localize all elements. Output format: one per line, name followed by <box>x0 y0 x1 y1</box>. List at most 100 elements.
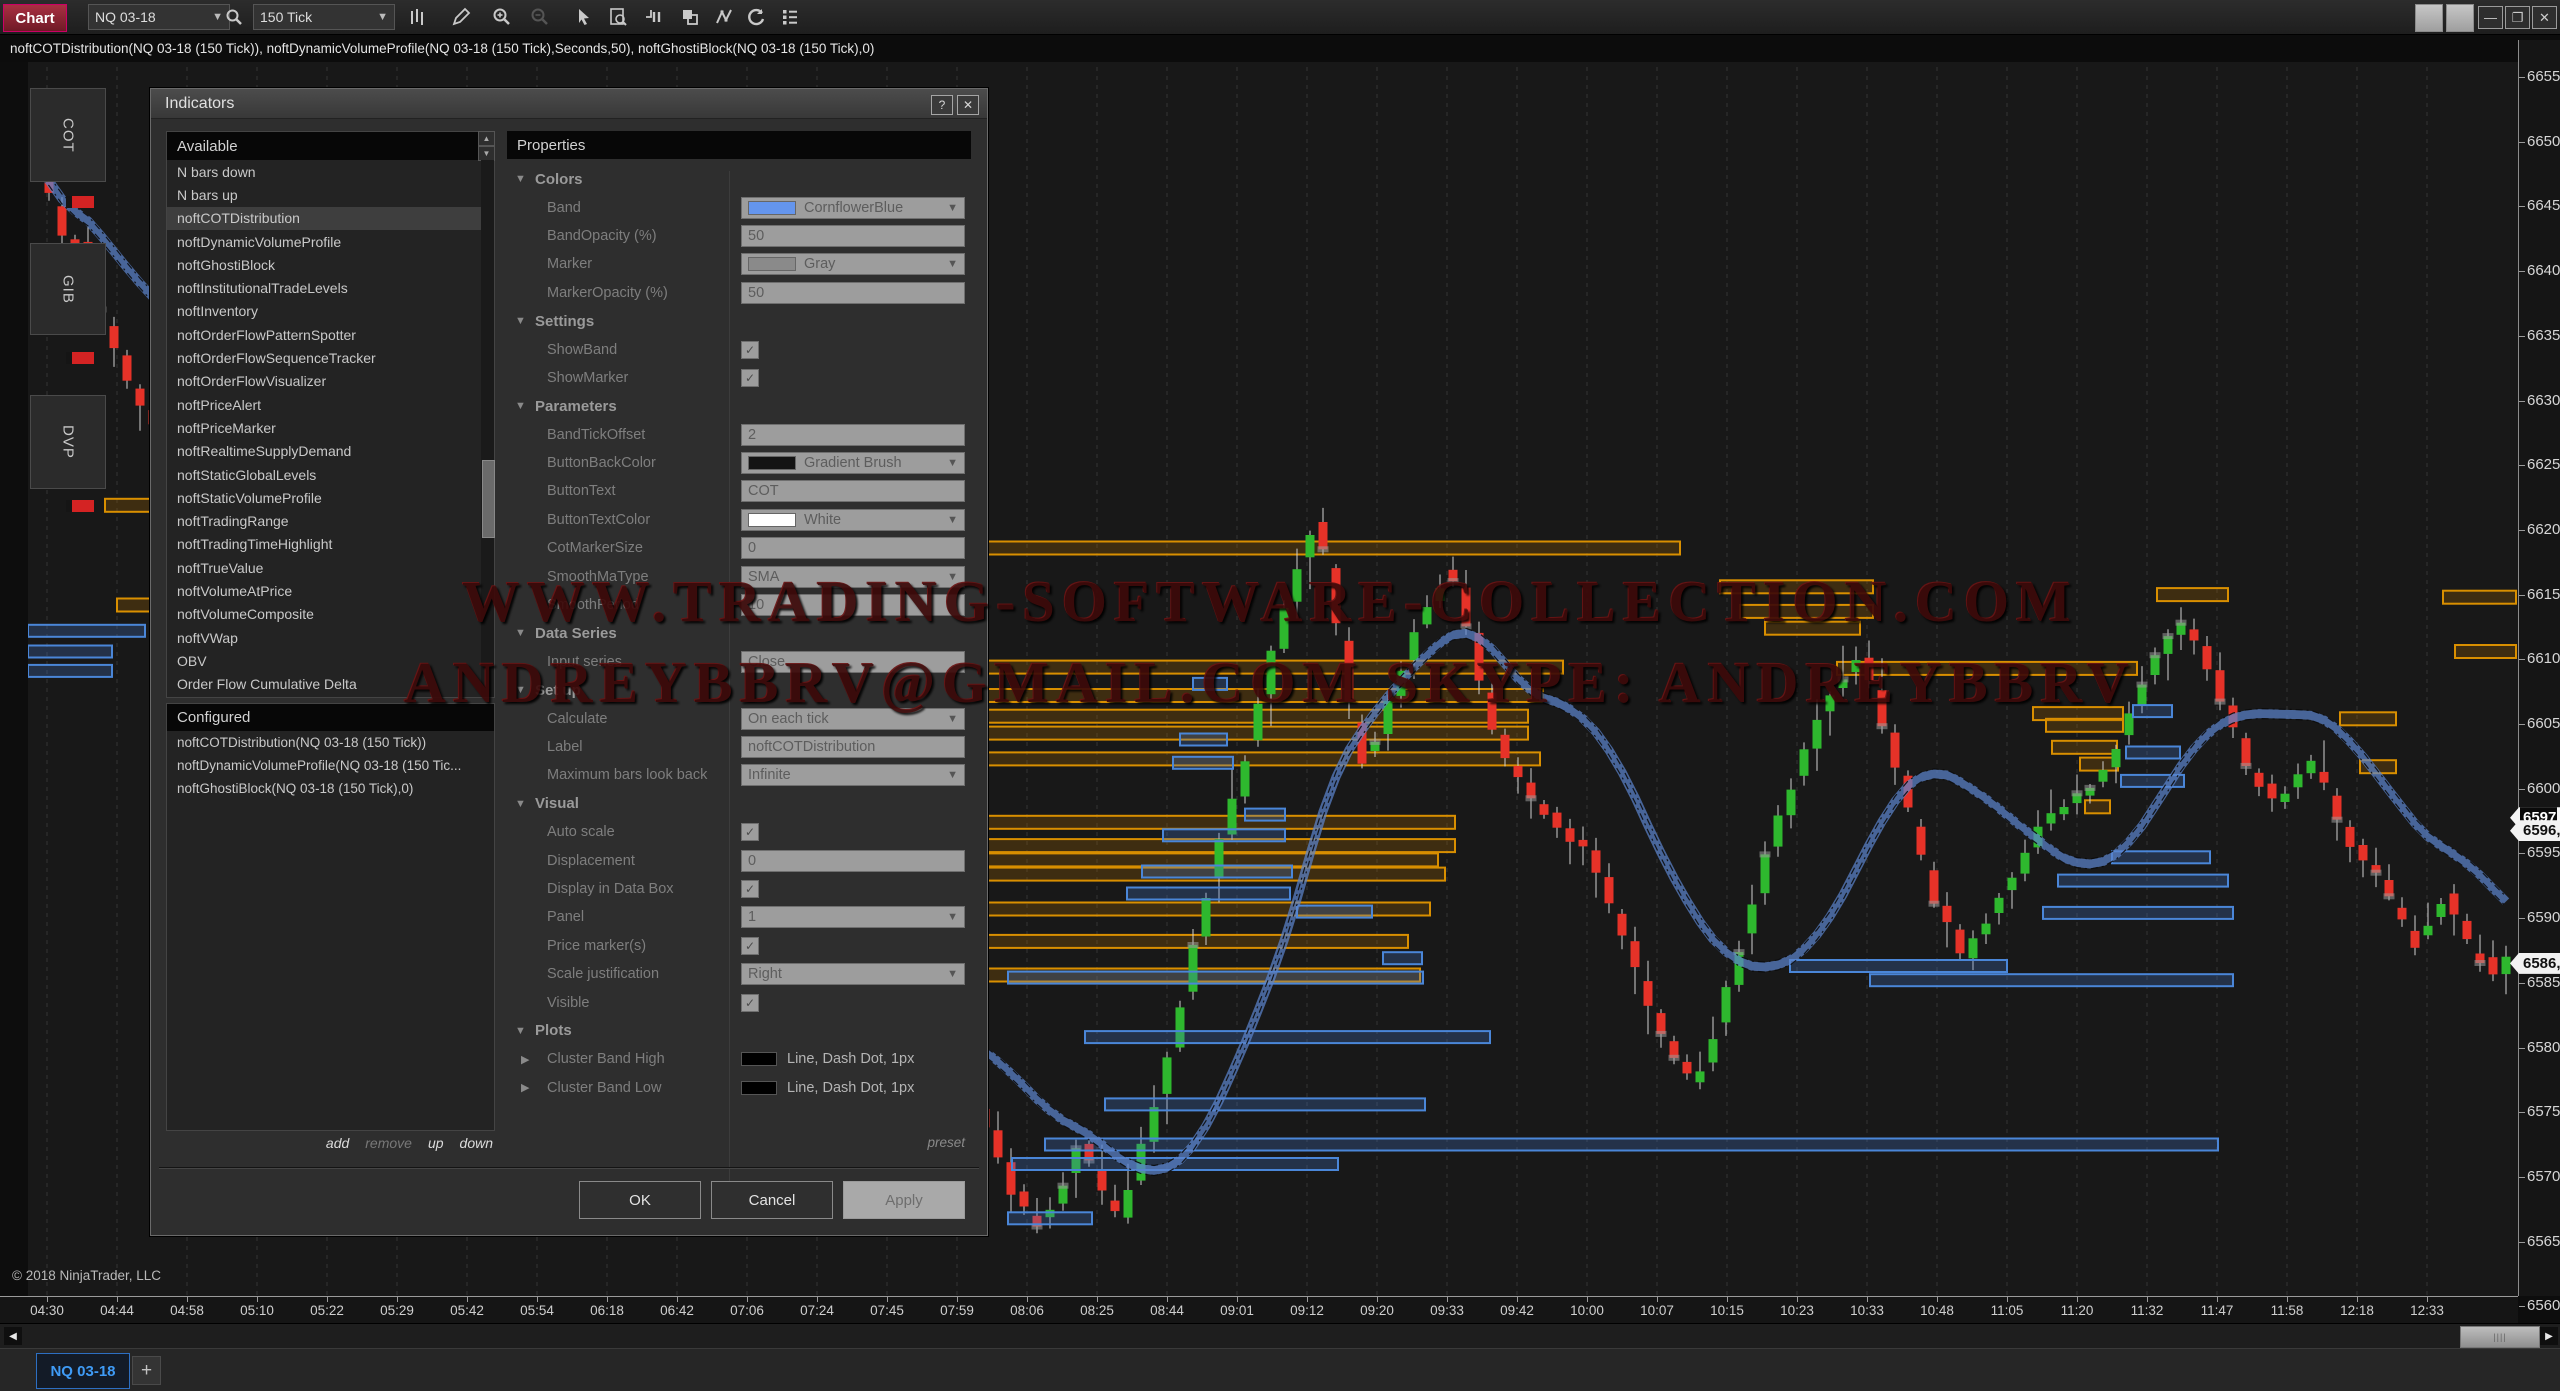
available-list[interactable]: N bars downN bars upnoftCOTDistributionn… <box>167 160 481 697</box>
checkbox-checked[interactable]: ✓ <box>741 994 759 1012</box>
text-field[interactable]: 50 <box>741 225 965 247</box>
properties-list-icon[interactable] <box>776 3 804 31</box>
available-item[interactable]: noftTradingTimeHighlight <box>167 533 481 556</box>
collapse-icon[interactable]: ▼ <box>515 1025 526 1037</box>
available-item[interactable]: noftTrueValue <box>167 556 481 579</box>
checkbox-checked[interactable]: ✓ <box>741 880 759 898</box>
text-field[interactable]: 0 <box>741 537 965 559</box>
zoom-out-icon[interactable] <box>526 3 554 31</box>
reload-icon[interactable] <box>742 3 770 31</box>
available-item[interactable]: N bars up <box>167 183 481 206</box>
dropdown-field[interactable]: SMA▼ <box>741 566 965 588</box>
available-item[interactable]: OBV <box>167 649 481 672</box>
minimize-button[interactable]: — <box>2478 6 2503 29</box>
dialog-title-bar[interactable]: Indicators <box>151 89 987 119</box>
available-item[interactable]: noftInstitutionalTradeLevels <box>167 276 481 299</box>
configured-item[interactable]: noftDynamicVolumeProfile(NQ 03-18 (150 T… <box>167 754 494 777</box>
search-icon[interactable] <box>220 3 248 31</box>
available-item[interactable]: noftPriceMarker <box>167 416 481 439</box>
dropdown-field[interactable]: Infinite▼ <box>741 764 965 786</box>
text-field[interactable]: 50 <box>741 282 965 304</box>
dialog-close-button[interactable]: ✕ <box>957 95 979 115</box>
collapse-icon[interactable]: ▼ <box>515 798 526 810</box>
available-item[interactable]: noftVWap <box>167 626 481 649</box>
configured-item[interactable]: noftGhostiBlock(NQ 03-18 (150 Tick),0) <box>167 777 494 800</box>
collapse-icon[interactable]: ▼ <box>515 173 526 185</box>
dropdown-field[interactable]: 1▼ <box>741 906 965 928</box>
available-item[interactable]: noftOrderFlowPatternSpotter <box>167 323 481 346</box>
draw-pencil-icon[interactable] <box>447 3 475 31</box>
available-item[interactable]: noftOrderFlowVisualizer <box>167 370 481 393</box>
instrument-select[interactable]: NQ 03-18▼ <box>88 4 230 30</box>
available-scrollbar[interactable] <box>481 160 494 697</box>
interval-select[interactable]: 150 Tick▼ <box>253 4 395 30</box>
data-box-icon[interactable] <box>604 3 632 31</box>
restore-button[interactable]: ❐ <box>2505 6 2530 29</box>
workspace-button-1[interactable] <box>2415 4 2443 32</box>
side-tab-cot[interactable]: COT <box>30 88 106 182</box>
scroll-right-icon[interactable]: ▶ <box>2540 1327 2558 1345</box>
available-item[interactable]: noftDynamicVolumeProfile <box>167 230 481 253</box>
ok-button[interactable]: OK <box>579 1181 701 1219</box>
cancel-button[interactable]: Cancel <box>711 1181 833 1219</box>
collapse-icon[interactable]: ▼ <box>515 400 526 412</box>
panel-icon[interactable] <box>640 3 668 31</box>
add-tab-button[interactable]: + <box>132 1356 161 1385</box>
collapse-icon[interactable]: ▼ <box>515 315 526 327</box>
dropdown-field[interactable]: Right▼ <box>741 963 965 985</box>
available-item[interactable]: Order Flow Cumulative Delta <box>167 673 481 696</box>
drawing-tools-icon[interactable] <box>710 3 738 31</box>
available-item[interactable]: noftStaticGlobalLevels <box>167 463 481 486</box>
chart-style-icon[interactable] <box>403 3 431 31</box>
remove-link[interactable]: remove <box>365 1135 412 1151</box>
dropdown-field[interactable]: Gradient Brush▼ <box>741 452 965 474</box>
available-item[interactable]: noftStaticVolumeProfile <box>167 486 481 509</box>
spinner-down-icon[interactable]: ▼ <box>478 146 495 161</box>
available-item[interactable]: noftCOTDistribution <box>167 207 481 230</box>
checkbox-checked[interactable]: ✓ <box>741 823 759 841</box>
checkbox-checked[interactable]: ✓ <box>741 369 759 387</box>
dialog-help-button[interactable]: ? <box>931 95 953 115</box>
price-axis[interactable]: 6655,006650,006645,006640,006635,006630,… <box>2518 40 2560 1296</box>
available-item[interactable]: noftGhostiBlock <box>167 253 481 276</box>
down-link[interactable]: down <box>460 1135 493 1151</box>
windows-layout-icon[interactable] <box>676 3 704 31</box>
text-field[interactable]: 0 <box>741 850 965 872</box>
zoom-in-icon[interactable] <box>488 3 516 31</box>
tab-nq-03-18[interactable]: NQ 03-18 <box>36 1353 130 1389</box>
plot-style-value[interactable]: Line, Dash Dot, 1px <box>741 1051 914 1067</box>
dropdown-field[interactable]: CornflowerBlue▼ <box>741 197 965 219</box>
plot-style-value[interactable]: Line, Dash Dot, 1px <box>741 1080 914 1096</box>
side-tab-gib[interactable]: GIB <box>30 243 106 335</box>
expand-icon[interactable]: ▶ <box>521 1053 529 1066</box>
dropdown-field[interactable]: White▼ <box>741 509 965 531</box>
preset-link[interactable]: preset <box>507 1135 965 1150</box>
spinner-up-icon[interactable]: ▲ <box>478 131 495 146</box>
up-link[interactable]: up <box>428 1135 444 1151</box>
dropdown-field[interactable]: On each tick▼ <box>741 708 965 730</box>
available-item[interactable]: noftRealtimeSupplyDemand <box>167 440 481 463</box>
side-tab-dvp[interactable]: DVP <box>30 395 106 489</box>
configured-list[interactable]: noftCOTDistribution(NQ 03-18 (150 Tick))… <box>167 731 494 800</box>
horizontal-scrollbar[interactable]: ◀ |||| ▶ <box>0 1323 2560 1349</box>
expand-icon[interactable]: ▶ <box>521 1081 529 1094</box>
configured-item[interactable]: noftCOTDistribution(NQ 03-18 (150 Tick)) <box>167 731 494 754</box>
text-field[interactable]: noftCOTDistribution <box>741 736 965 758</box>
apply-button[interactable]: Apply <box>843 1181 965 1219</box>
available-item[interactable]: noftTradingRange <box>167 509 481 532</box>
scroll-left-icon[interactable]: ◀ <box>4 1327 22 1345</box>
scrollbar-thumb[interactable]: |||| <box>2460 1326 2540 1348</box>
collapse-icon[interactable]: ▼ <box>515 627 526 639</box>
text-field[interactable]: 10 <box>741 594 965 616</box>
available-item[interactable]: N bars down <box>167 160 481 183</box>
checkbox-checked[interactable]: ✓ <box>741 937 759 955</box>
text-field[interactable]: COT <box>741 480 965 502</box>
collapse-icon[interactable]: ▼ <box>515 684 526 696</box>
workspace-button-2[interactable] <box>2446 4 2474 32</box>
available-scrollbar-thumb[interactable] <box>482 460 495 538</box>
checkbox-checked[interactable]: ✓ <box>741 341 759 359</box>
time-axis[interactable]: 04:3004:4404:5805:1005:2205:2905:4205:54… <box>0 1296 2518 1323</box>
close-button[interactable]: ✕ <box>2532 6 2557 29</box>
available-item[interactable]: noftVolumeComposite <box>167 603 481 626</box>
available-item[interactable]: noftOrderFlowSequenceTracker <box>167 346 481 369</box>
